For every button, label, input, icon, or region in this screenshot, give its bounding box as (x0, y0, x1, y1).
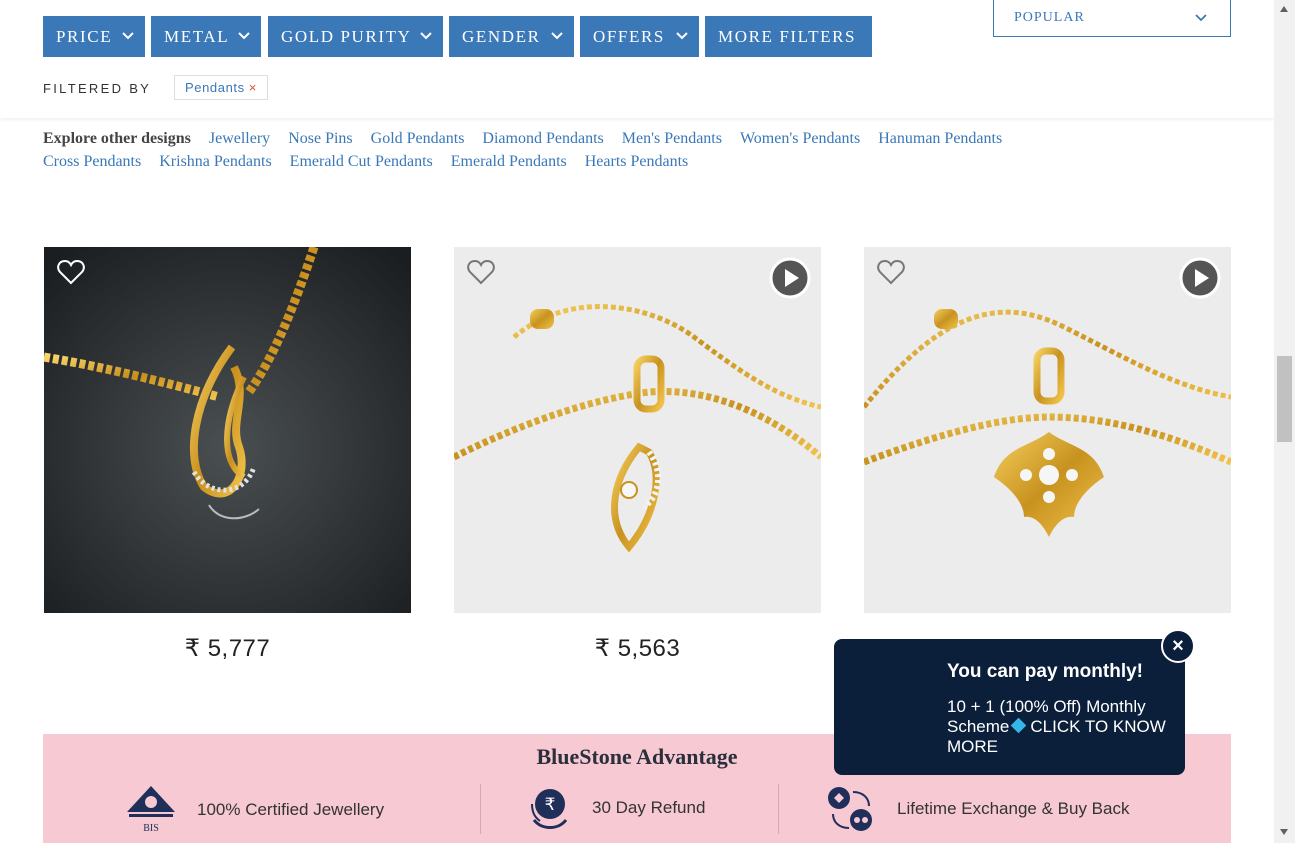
advantage-label: Lifetime Exchange & Buy Back (897, 799, 1130, 818)
scroll-thumb[interactable] (1277, 356, 1292, 442)
filter-gold-purity-label: GOLD PURITY (281, 26, 412, 46)
heart-icon[interactable] (467, 259, 495, 285)
svg-text:₹: ₹ (545, 795, 556, 815)
explore-lead: Explore other designs (43, 130, 191, 147)
product-image[interactable] (44, 247, 411, 613)
pendant-photo (44, 247, 411, 613)
explore-link[interactable]: Cross Pendants (43, 153, 141, 170)
explore-link[interactable]: Nose Pins (288, 130, 352, 147)
chevron-down-icon (676, 32, 688, 40)
chevron-down-icon (1195, 14, 1207, 22)
scroll-down-arrow[interactable] (1280, 829, 1288, 835)
play-video-icon[interactable] (1179, 257, 1221, 299)
exchange-icon (828, 787, 872, 831)
advantage-label: 30 Day Refund (592, 798, 706, 817)
advantage-item: ₹ 30 Day Refund (526, 784, 705, 832)
bis-caption: BIS (143, 823, 159, 834)
divider (778, 784, 779, 834)
remove-filter-icon[interactable]: × (249, 80, 257, 95)
filter-metal-button[interactable]: METAL (151, 16, 261, 57)
filter-price-button[interactable]: PRICE (43, 16, 145, 57)
monthly-scheme-popup[interactable]: You can pay monthly! 10 + 1 (100% Off) M… (834, 639, 1185, 775)
explore-link[interactable]: Emerald Cut Pendants (290, 153, 433, 170)
chevron-down-icon (420, 32, 432, 40)
filter-gold-purity-button[interactable]: GOLD PURITY (268, 16, 443, 57)
explore-link[interactable]: Krishna Pendants (159, 153, 271, 170)
heart-icon[interactable] (57, 259, 85, 285)
filtered-by-label: FILTERED BY (43, 81, 152, 96)
advantage-item: Lifetime Exchange & Buy Back (823, 784, 1129, 834)
sort-selected-label: POPULAR (1014, 10, 1085, 25)
sort-dropdown[interactable]: POPULAR (993, 0, 1231, 37)
rupee-refund-icon: ₹ (531, 789, 568, 829)
explore-link[interactable]: Diamond Pendants (482, 130, 603, 147)
active-filter-chip[interactable]: Pendants × (174, 75, 268, 100)
filter-offers-label: OFFERS (593, 26, 665, 46)
filter-more-button[interactable]: MORE FILTERS (705, 16, 872, 57)
filter-gender-label: GENDER (462, 26, 541, 46)
product-price: ₹ 5,563 (594, 635, 681, 662)
scrollbar[interactable] (1274, 0, 1295, 843)
filter-price-label: PRICE (56, 26, 113, 46)
explore-link[interactable]: Women's Pendants (740, 130, 860, 147)
filter-more-label: MORE FILTERS (718, 26, 857, 46)
active-filter-chip-label: Pendants (185, 80, 245, 95)
product-price: ₹ 5,777 (184, 635, 271, 662)
filter-gender-button[interactable]: GENDER (449, 16, 574, 57)
chevron-down-icon (238, 32, 250, 40)
explore-link[interactable]: Hearts Pendants (585, 153, 689, 170)
pendant-photo (864, 247, 1231, 613)
popup-title: You can pay monthly! (947, 661, 1144, 682)
bis-certification-icon: BIS (127, 786, 175, 834)
filter-bar: PRICE METAL GOLD PURITY GENDER OFFERS MO… (0, 0, 1274, 118)
divider (480, 784, 481, 834)
explore-other-designs: Explore other designs Jewellery Nose Pins G… (43, 127, 1243, 173)
play-video-icon[interactable] (769, 257, 811, 299)
close-icon[interactable]: × (1161, 629, 1195, 663)
advantage-item: BIS 100% Certified Jewellery (123, 784, 384, 836)
heart-icon[interactable] (877, 259, 905, 285)
explore-link[interactable]: Hanuman Pendants (878, 130, 1002, 147)
explore-link[interactable]: Emerald Pendants (451, 153, 567, 170)
scroll-up-arrow[interactable] (1280, 6, 1288, 12)
diamond-icon (1011, 717, 1027, 734)
advantage-label: 100% Certified Jewellery (197, 800, 385, 819)
product-image[interactable] (454, 247, 821, 613)
explore-link[interactable]: Gold Pendants (371, 130, 465, 147)
popup-body[interactable]: 10 + 1 (100% Off) Monthly Scheme CLICK TO… (947, 697, 1175, 757)
chevron-down-icon (551, 32, 563, 40)
filter-offers-button[interactable]: OFFERS (580, 16, 699, 57)
pendant-photo (454, 247, 821, 613)
product-image[interactable] (864, 247, 1231, 613)
explore-link[interactable]: Jewellery (209, 130, 270, 147)
chevron-down-icon (122, 32, 134, 40)
explore-link[interactable]: Men's Pendants (622, 130, 722, 147)
filter-metal-label: METAL (164, 26, 230, 46)
